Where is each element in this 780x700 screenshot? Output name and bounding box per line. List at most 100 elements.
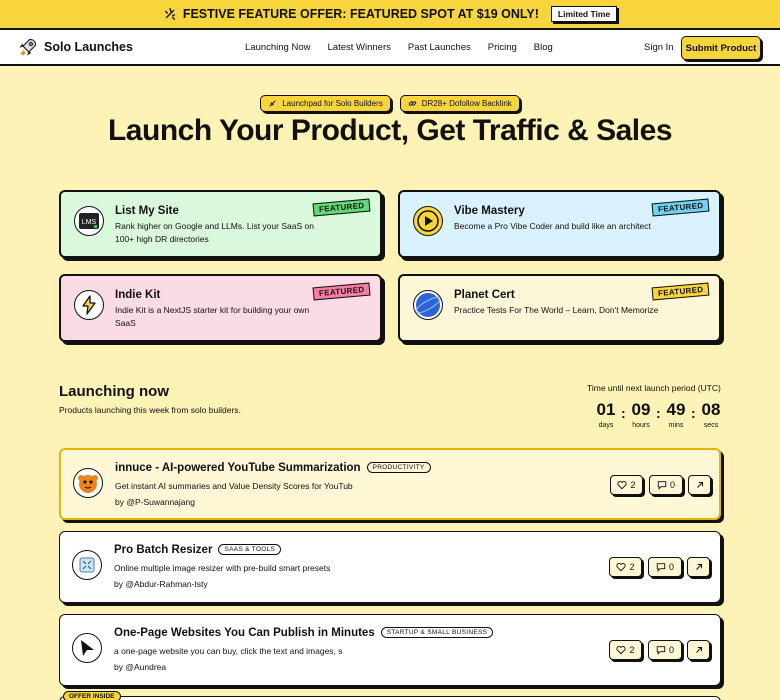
hero-title: Launch Your Product, Get Traffic & Sales <box>107 114 673 147</box>
sign-in-link[interactable]: Sign In <box>644 42 674 53</box>
featured-name: Indie Kit <box>115 289 161 301</box>
category-badge[interactable]: SAAS & TOOLS <box>218 544 282 555</box>
product-author[interactable]: by @P-Suwannajang <box>115 497 195 507</box>
featured-card-vibe-mastery[interactable]: Vibe Mastery Become a Pro Vibe Coder and… <box>398 190 721 258</box>
arrow-up-right-icon <box>695 564 702 570</box>
comment-count: 0 <box>668 562 674 572</box>
offer-inside-badge: OFFER INSIDE <box>63 691 121 700</box>
comment-count: 0 <box>668 645 674 655</box>
comment-icon <box>657 481 667 490</box>
countdown-separator: : <box>656 405 661 421</box>
backlink-pill: DR28+ Dofollow Backlink <box>399 95 520 112</box>
brand-logo[interactable]: Solo Launches <box>18 37 133 57</box>
like-button[interactable]: 2 <box>610 475 643 495</box>
product-cursor-icon <box>72 633 102 663</box>
comment-icon <box>656 646 666 655</box>
promo-text: FESTIVE FEATURE OFFER: FEATURED SPOT AT … <box>182 7 539 21</box>
lightning-icon <box>74 290 104 320</box>
like-count: 2 <box>629 562 635 572</box>
product-name: Pro Batch Resizer SAAS & TOOLS <box>114 544 282 556</box>
arrow-up-right-icon <box>695 647 702 653</box>
hero-pills: Launchpad for Solo Builders DR28+ Dofoll… <box>0 95 780 112</box>
countdown-unit: secs <box>703 422 719 429</box>
product-name: One-Page Websites You Can Publish in Min… <box>114 627 494 639</box>
like-button[interactable]: 2 <box>609 557 642 577</box>
open-link-button[interactable] <box>688 475 711 495</box>
featured-tag: FEATURED <box>651 282 710 301</box>
nav-link-past-launches[interactable]: Past Launches <box>408 42 471 53</box>
product-resize-icon <box>72 550 102 580</box>
launching-now-title: Launching now <box>59 383 169 400</box>
product-card[interactable]: Pro Batch Resizer SAAS & TOOLS Online mul… <box>59 531 721 603</box>
sparkle-icon <box>164 8 175 20</box>
product-desc: Online multiple image resizer with pre-b… <box>114 563 331 573</box>
heart-icon <box>617 481 628 490</box>
category-badge[interactable]: STARTUP & SMALL BUSINESS <box>380 627 494 638</box>
product-title: One-Page Websites You Can Publish in Min… <box>114 627 375 639</box>
countdown-value: 09 <box>631 400 651 419</box>
featured-card-indie-kit[interactable]: Indie Kit Indie Kit is a NextJS starter … <box>59 274 382 342</box>
featured-desc: Indie Kit is a NextJS starter kit for bu… <box>115 305 310 328</box>
nav-link-blog[interactable]: Blog <box>534 42 553 53</box>
open-link-button[interactable] <box>687 557 710 577</box>
rocket-icon <box>19 38 37 56</box>
countdown-unit: mins <box>668 422 684 429</box>
link-icon <box>408 101 416 106</box>
lms-logo-icon: LMS <box>74 206 104 236</box>
countdown-unit: hours <box>632 422 650 429</box>
heart-icon <box>616 646 627 655</box>
nav-link-pricing[interactable]: Pricing <box>488 42 517 53</box>
product-mascot-icon <box>73 468 103 498</box>
svg-text:LMS: LMS <box>82 219 97 226</box>
product-author[interactable]: by @Abdur-Rahman-Isty <box>114 579 208 589</box>
nav-link-latest-winners[interactable]: Latest Winners <box>328 42 391 53</box>
category-badge[interactable]: PRODUCTIVITY <box>366 462 431 473</box>
featured-tag: FEATURED <box>312 198 371 217</box>
countdown-value: 49 <box>666 400 686 419</box>
heart-icon <box>616 563 627 572</box>
countdown-separator: : <box>621 405 626 421</box>
launching-now-subtitle: Products launching this week from solo b… <box>59 405 241 415</box>
featured-name: Planet Cert <box>454 289 515 301</box>
launchpad-pill: Launchpad for Solo Builders <box>260 95 391 112</box>
countdown-value: 08 <box>701 400 721 419</box>
featured-name: Vibe Mastery <box>454 205 525 217</box>
product-card[interactable]: One-Page Websites You Can Publish in Min… <box>59 614 721 686</box>
product-desc: a one-page website you can buy, click th… <box>114 646 343 656</box>
pill-label: Launchpad for Solo Builders <box>282 99 383 108</box>
submit-product-button[interactable]: Submit Product <box>681 36 761 60</box>
planet-icon <box>413 290 443 320</box>
countdown-label: Time until next launch period (UTC) <box>587 383 721 393</box>
nav-link-launching-now[interactable]: Launching Now <box>245 42 311 53</box>
like-button[interactable]: 2 <box>609 640 642 660</box>
comment-icon <box>656 563 666 572</box>
promo-banner[interactable]: FESTIVE FEATURE OFFER: FEATURED SPOT AT … <box>0 0 780 30</box>
product-card[interactable]: innuce - AI-powered YouTube Summarizatio… <box>59 448 721 520</box>
product-title: innuce - AI-powered YouTube Summarizatio… <box>115 462 361 474</box>
featured-tag: FEATURED <box>312 282 371 301</box>
like-count: 2 <box>630 480 636 490</box>
product-title: Pro Batch Resizer <box>114 544 213 556</box>
product-desc: Get instant AI summaries and Value Densi… <box>115 481 353 491</box>
rocket-icon <box>269 100 276 107</box>
countdown-value: 01 <box>596 400 616 419</box>
comment-button[interactable]: 0 <box>648 557 682 577</box>
brand-name: Solo Launches <box>44 40 133 54</box>
limited-time-badge: Limited Time <box>550 6 618 22</box>
comment-count: 0 <box>669 480 675 490</box>
countdown-separator: : <box>691 405 696 421</box>
featured-desc: Become a Pro Vibe Coder and build like a… <box>454 221 651 231</box>
like-count: 2 <box>629 645 635 655</box>
arrow-up-right-icon <box>696 482 703 488</box>
featured-card-list-my-site[interactable]: LMS List My Site Rank higher on Google a… <box>59 190 382 258</box>
comment-button[interactable]: 0 <box>649 475 683 495</box>
product-name: innuce - AI-powered YouTube Summarizatio… <box>115 462 431 474</box>
open-link-button[interactable] <box>687 640 710 660</box>
featured-card-planet-cert[interactable]: Planet Cert Practice Tests For The World… <box>398 274 721 342</box>
countdown-mins: 49 mins <box>664 400 688 429</box>
countdown-unit: days <box>598 422 614 429</box>
product-card[interactable] <box>59 696 721 700</box>
product-author[interactable]: by @Aundrea <box>114 662 166 672</box>
nav-links: Launching Now Latest Winners Past Launch… <box>245 42 553 53</box>
comment-button[interactable]: 0 <box>648 640 682 660</box>
